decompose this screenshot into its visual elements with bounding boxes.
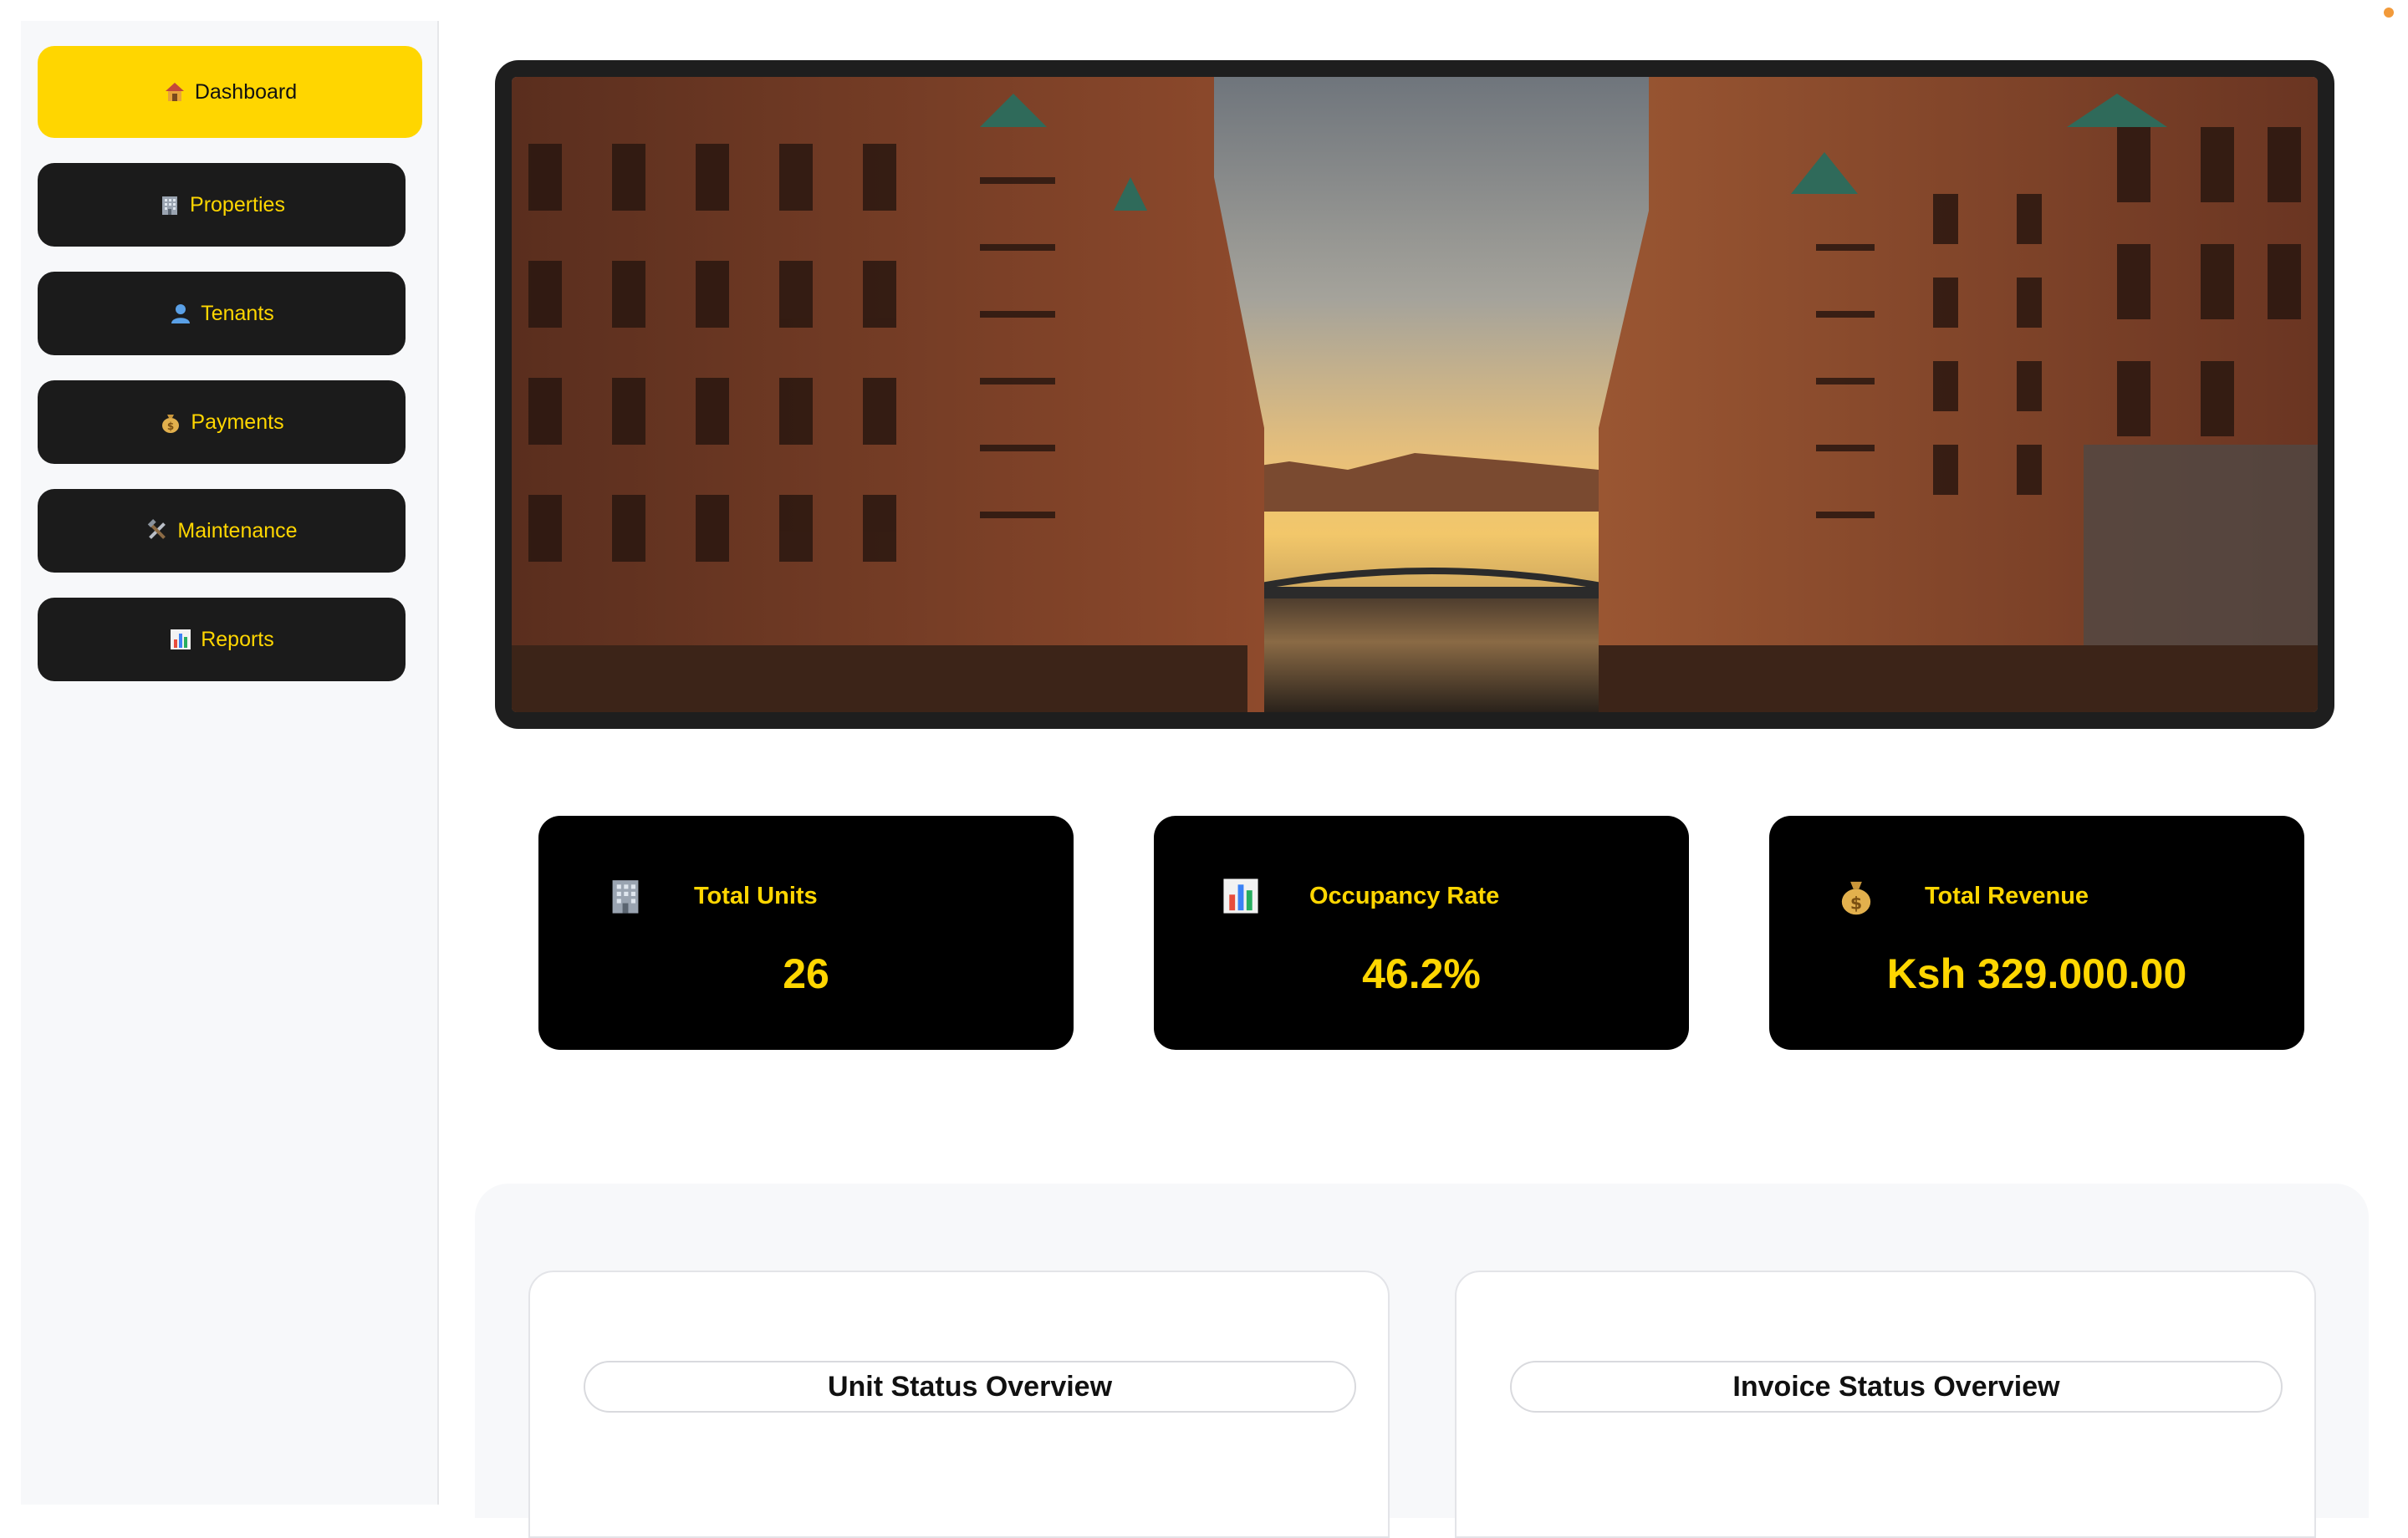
sidebar-item-label: Reports: [201, 627, 274, 651]
svg-text:$: $: [167, 420, 174, 432]
money-bag-icon: $: [159, 410, 182, 434]
person-icon: [169, 302, 192, 325]
chart-card-invoice-status: Invoice Status Overview: [1455, 1271, 2316, 1538]
notification-dot: [2384, 8, 2394, 18]
stat-label: Total Units: [694, 882, 818, 909]
bar-chart-icon: [1219, 874, 1263, 918]
sidebar-item-label: Payments: [191, 410, 284, 434]
sidebar-item-properties[interactable]: Properties: [38, 163, 406, 247]
chart-title: Unit Status Overview: [584, 1361, 1356, 1413]
sidebar: Dashboard Properties Tenants $ Payments …: [21, 21, 439, 1505]
sidebar-item-label: Maintenance: [177, 518, 298, 542]
office-building-icon: [158, 193, 181, 216]
sidebar-item-label: Tenants: [201, 301, 274, 325]
stat-card-total-revenue: $ Total Revenue Ksh 329.000.00: [1769, 816, 2304, 1050]
stat-card-occupancy-rate: Occupancy Rate 46.2%: [1154, 816, 1689, 1050]
sidebar-item-maintenance[interactable]: Maintenance: [38, 489, 406, 573]
money-bag-icon: $: [1834, 874, 1878, 918]
sidebar-item-tenants[interactable]: Tenants: [38, 272, 406, 355]
hero-banner: [495, 60, 2334, 729]
stat-value: Ksh 329.000.00: [1886, 950, 2187, 997]
chart-card-unit-status: Unit Status Overview: [528, 1271, 1390, 1538]
stat-card-total-units: Total Units 26: [538, 816, 1074, 1050]
stat-label: Occupancy Rate: [1309, 882, 1500, 909]
sidebar-item-label: Dashboard: [194, 79, 298, 104]
office-building-icon: [604, 874, 647, 918]
bar-chart-icon: [169, 628, 192, 651]
hero-image: [512, 77, 2318, 712]
house-icon: [163, 80, 186, 104]
hammer-wrench-icon: [145, 519, 169, 542]
stat-value: 26: [783, 950, 829, 997]
stat-label: Total Revenue: [1925, 882, 2089, 909]
sidebar-item-payments[interactable]: $ Payments: [38, 380, 406, 464]
sidebar-item-dashboard[interactable]: Dashboard: [38, 46, 422, 138]
chart-title: Invoice Status Overview: [1510, 1361, 2283, 1413]
charts-section: Unit Status Overview Invoice Status Over…: [475, 1184, 2369, 1538]
svg-text:$: $: [1850, 893, 1862, 913]
sidebar-item-reports[interactable]: Reports: [38, 598, 406, 681]
stat-value: 46.2%: [1362, 950, 1481, 997]
sidebar-item-label: Properties: [190, 192, 285, 216]
